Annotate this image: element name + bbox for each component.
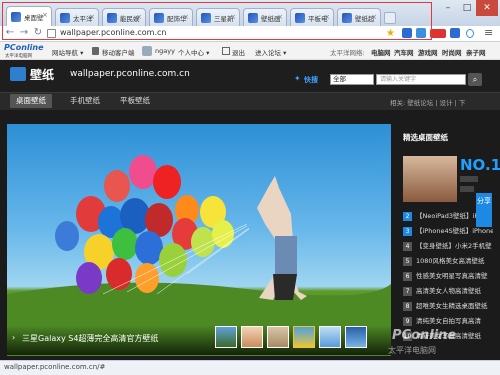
list-item[interactable]: 6 性感美女明星写真高清壁 [403,270,493,281]
shield-icon[interactable] [466,29,474,38]
page-title[interactable]: 壁纸 [30,66,54,83]
avatar[interactable] [142,46,152,56]
thumbnail-selected[interactable] [293,326,315,348]
header-url: wallpaper.pconline.com.cn [70,69,190,79]
site-logo[interactable]: PConline [4,43,44,52]
user-name[interactable]: ngayy [155,47,175,55]
search-input[interactable]: 请输入关键字 [376,74,466,85]
close-window-button[interactable]: ✕ [476,0,498,16]
net-link-pc[interactable]: 电脑网 [371,47,391,57]
thumbnail[interactable] [267,326,289,348]
list-item[interactable]: 7 高清美女人物高清壁纸 [403,285,493,296]
maximize-button[interactable]: □ [458,0,476,16]
net-link-fashion[interactable]: 时尚网 [442,47,462,57]
extension-badge-icon[interactable] [430,29,446,38]
watermark-brand: PConline [392,328,457,343]
hero-caption[interactable]: 三星Galaxy S4超薄完全高清官方壁纸 [22,333,158,344]
extension-icon[interactable] [450,28,460,38]
logout-icon [222,47,230,55]
category-select[interactable]: 全部 [330,74,374,85]
network-label: 太平洋网络: [330,49,365,57]
tab-tablet-wallpaper[interactable]: 平板壁纸 [114,94,156,108]
rank-badge: NO.1 [460,156,500,174]
list-item[interactable]: 5 1080风格美女高清壁纸 [403,255,493,266]
search-button[interactable]: ⌕ [468,73,482,86]
nav-link-logout[interactable]: 退出 [232,47,245,57]
featured-title: 精选桌面壁纸 [403,133,448,142]
share-button[interactable]: 分享 [476,193,492,227]
fast-search-label: 快搜 [304,76,318,84]
nav-link-site-guide[interactable]: 网站导航 ▾ [52,47,83,57]
status-url: wallpaper.pconline.com.cn/# [4,363,106,371]
net-link-baby[interactable]: 亲子网 [466,47,486,57]
net-link-game[interactable]: 游戏网 [418,47,438,57]
tab-mobile-wallpaper[interactable]: 手机壁纸 [64,94,106,108]
wallpaper-logo-icon [10,67,26,81]
list-item[interactable]: 8 超唯美女生精选桌面壁纸 [403,300,493,311]
rank-text-line [460,186,474,192]
balloon-illustration [7,155,391,356]
caption-arrow-icon: › [12,333,16,342]
list-item[interactable]: 9 清纯美女自拍写真高清 [403,315,493,326]
net-link-auto[interactable]: 汽车网 [394,47,414,57]
hero-wallpaper[interactable] [7,124,391,356]
rank-text-line [460,176,478,182]
minimize-button[interactable]: – [438,0,458,16]
related-links[interactable]: 相关: 壁纸论坛 | 设计 | 下 [390,97,465,107]
mobile-icon [92,47,99,55]
thumbnail[interactable] [215,326,237,348]
featured-photo[interactable] [403,156,457,202]
nav-link-user-center[interactable]: 个人中心 ▾ [178,47,209,57]
list-item[interactable]: 4 【变身壁纸】小米2手机壁 [403,240,493,251]
fast-search-icon: ✦ [294,74,301,83]
tab-desktop-wallpaper[interactable]: 桌面壁纸 [10,94,52,108]
site-logo-sub: 太平洋电脑网 [5,54,32,59]
nav-link-forum[interactable]: 进入论坛 ▾ [255,47,286,57]
annotation-box [2,2,432,40]
watermark-sub: 太平洋电脑网 [388,346,436,355]
thumbnail[interactable] [319,326,341,348]
thumbnail[interactable] [241,326,263,348]
menu-icon[interactable]: ≡ [484,26,493,39]
nav-link-mobile-client[interactable]: 移动客户端 [102,47,135,57]
thumbnail[interactable] [345,326,367,348]
